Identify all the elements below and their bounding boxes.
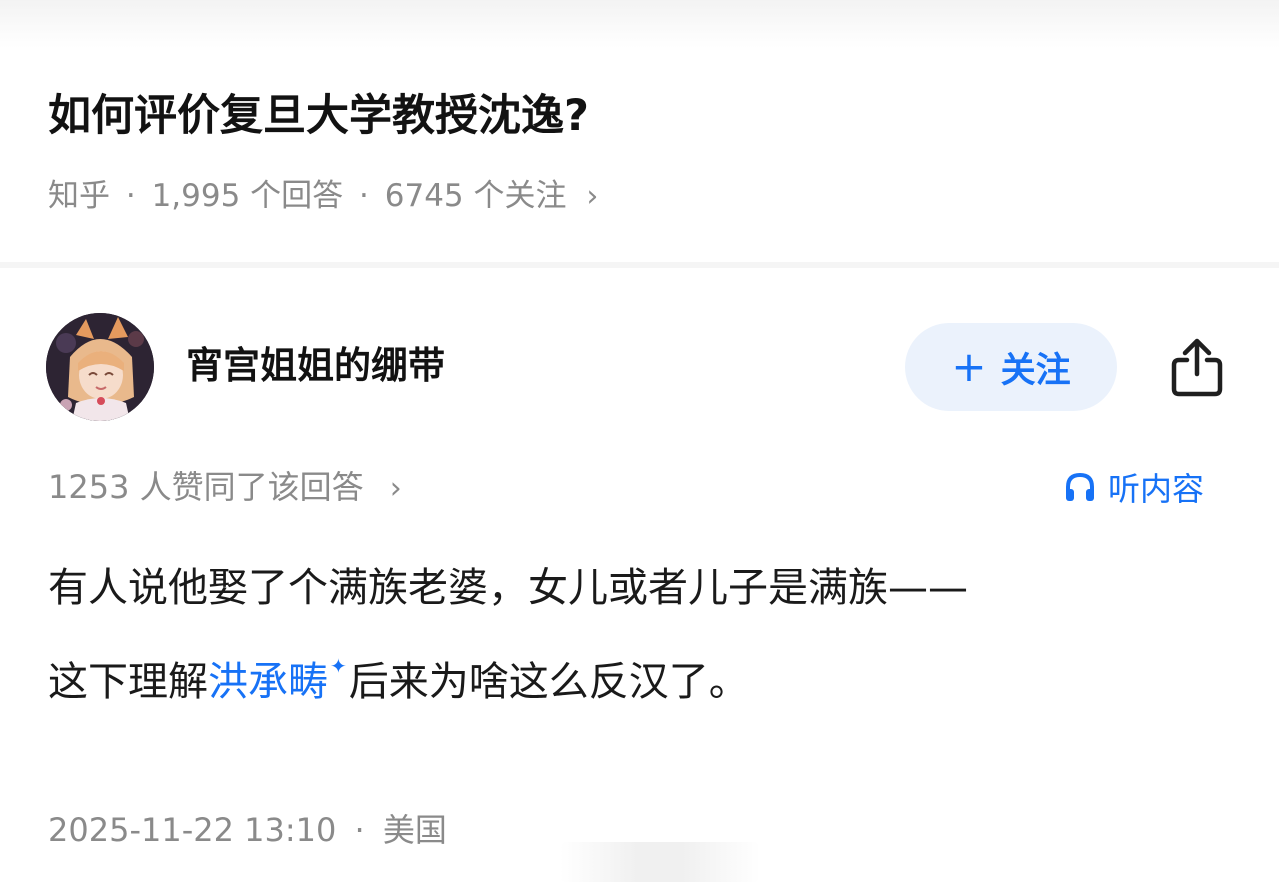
meta-separator: · xyxy=(125,178,136,214)
votes-text: 1253 人赞同了该回答 xyxy=(48,468,364,506)
entity-link[interactable]: 洪承畴 xyxy=(208,659,328,705)
share-button[interactable] xyxy=(1164,334,1230,400)
answer-text: 这下理解 xyxy=(48,659,208,705)
answer-content: 有人说他娶了个满族老婆，女儿或者儿子是满族—— 这下理解洪承畴 ✦后来为啥这么反汉… xyxy=(48,549,1238,721)
question-meta-row[interactable]: 知乎 · 1,995 个回答 · 6745 个关注 › xyxy=(48,172,598,221)
sparkle-icon: ✦ xyxy=(330,654,347,678)
answer-footer-meta: 2025-11-22 13:10 · 美国 xyxy=(48,806,447,854)
listen-label: 听内容 xyxy=(1108,470,1205,508)
question-title[interactable]: 如何评价复旦大学教授沈逸? xyxy=(48,86,589,146)
share-icon xyxy=(1171,338,1223,397)
top-fade xyxy=(0,0,1279,48)
answers-count: 1,995 个回答 xyxy=(151,178,344,214)
plus-icon: + xyxy=(951,342,987,391)
watermark-blur xyxy=(560,842,760,882)
chevron-right-icon: › xyxy=(389,471,402,506)
author-name[interactable]: 宵宫姐姐的绷带 xyxy=(186,340,445,392)
answer-date: 2025-11-22 13:10 xyxy=(48,811,337,849)
answer-line: 有人说他娶了个满族老婆，女儿或者儿子是满族—— xyxy=(48,565,968,611)
meta-separator: · xyxy=(359,178,369,214)
answer-text: 后来为啥这么反汉了。 xyxy=(348,659,749,705)
answer-line: 这下理解洪承畴 ✦后来为啥这么反汉了。 xyxy=(48,627,1238,721)
headphones-icon xyxy=(1062,469,1098,505)
listen-button[interactable]: 听内容 xyxy=(1062,463,1204,511)
answer-location: 美国 xyxy=(382,811,447,849)
votes-summary[interactable]: 1253 人赞同了该回答 › xyxy=(48,463,402,513)
follow-label: 关注 xyxy=(1000,350,1071,391)
followers-count: 6745 个关注 xyxy=(384,178,567,214)
author-avatar[interactable] xyxy=(46,313,154,421)
chevron-right-icon: › xyxy=(586,179,599,214)
anime-avatar-icon xyxy=(46,313,154,421)
source-label: 知乎 xyxy=(48,178,110,214)
meta-separator: · xyxy=(354,811,365,849)
follow-button[interactable]: + 关注 xyxy=(905,323,1117,411)
section-divider xyxy=(0,262,1279,268)
